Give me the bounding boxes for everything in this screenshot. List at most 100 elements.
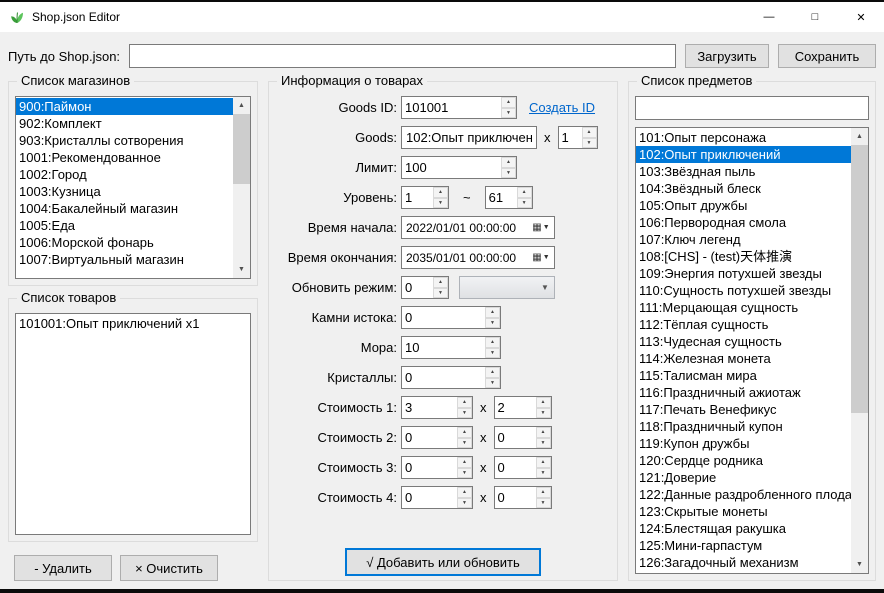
delete-button[interactable]: - Удалить: [14, 555, 112, 581]
spin-down-icon[interactable]: ▼: [485, 318, 500, 329]
spin-up-icon[interactable]: ▲: [433, 277, 448, 288]
list-item[interactable]: 101001:Опыт приключений x1: [16, 315, 250, 332]
list-item[interactable]: 126:Загадочный механизм: [636, 554, 851, 571]
list-item[interactable]: 1001:Рекомендованное: [16, 149, 233, 166]
spin-up-icon[interactable]: ▲: [536, 487, 551, 498]
list-item[interactable]: 124:Блестящая ракушка: [636, 520, 851, 537]
list-item[interactable]: 117:Печать Венефикус: [636, 401, 851, 418]
list-item[interactable]: 102:Опыт приключений: [636, 146, 851, 163]
goods-count-input[interactable]: [559, 127, 582, 148]
list-item[interactable]: 123:Скрытые монеты: [636, 503, 851, 520]
goods-input[interactable]: [401, 126, 537, 149]
spin-up-icon[interactable]: ▲: [433, 187, 448, 198]
item-list-scrollbar[interactable]: ▲ ▼: [851, 128, 868, 573]
maximize-button[interactable]: □: [792, 2, 838, 32]
goods-id-spinner[interactable]: ▲▼: [401, 96, 517, 119]
list-item[interactable]: 1002:Город: [16, 166, 233, 183]
list-item[interactable]: 118:Праздничный купон: [636, 418, 851, 435]
cost-3-value-input[interactable]: [402, 457, 457, 478]
list-item[interactable]: 122:Данные раздробленного плода: [636, 486, 851, 503]
spin-up-icon[interactable]: ▲: [582, 127, 597, 138]
scroll-down-icon[interactable]: ▼: [851, 556, 868, 573]
list-item[interactable]: 1005:Еда: [16, 217, 233, 234]
goods-id-input[interactable]: [402, 97, 501, 118]
scroll-up-icon[interactable]: ▲: [851, 128, 868, 145]
list-item[interactable]: 113:Чудесная сущность: [636, 333, 851, 350]
refresh-mode-select[interactable]: ▼: [459, 276, 555, 299]
refresh-mode-spinner[interactable]: ▲▼: [401, 276, 449, 299]
primogem-input[interactable]: [402, 307, 485, 328]
spin-up-icon[interactable]: ▲: [501, 157, 516, 168]
limit-spinner[interactable]: ▲▼: [401, 156, 517, 179]
crystal-input[interactable]: [402, 367, 485, 388]
spin-down-icon[interactable]: ▼: [517, 198, 532, 209]
list-item[interactable]: 114:Железная монета: [636, 350, 851, 367]
list-item[interactable]: 115:Талисман мира: [636, 367, 851, 384]
cost-4-count-input[interactable]: [495, 487, 536, 508]
goods-count-spinner[interactable]: ▲▼: [558, 126, 598, 149]
list-item[interactable]: 116:Праздничный ажиотаж: [636, 384, 851, 401]
scroll-down-icon[interactable]: ▼: [233, 261, 250, 278]
list-item[interactable]: 103:Звёздная пыль: [636, 163, 851, 180]
spin-up-icon[interactable]: ▲: [457, 457, 472, 468]
list-item[interactable]: 105:Опыт дружбы: [636, 197, 851, 214]
spin-down-icon[interactable]: ▼: [433, 198, 448, 209]
list-item[interactable]: 109:Энергия потухшей звезды: [636, 265, 851, 282]
spin-down-icon[interactable]: ▼: [485, 378, 500, 389]
list-item[interactable]: 101:Опыт персонажа: [636, 129, 851, 146]
list-item[interactable]: 111:Мерцающая сущность: [636, 299, 851, 316]
end-time-picker[interactable]: 2035/01/01 00:00:00 ▦▼: [401, 246, 555, 269]
spin-up-icon[interactable]: ▲: [457, 487, 472, 498]
spin-down-icon[interactable]: ▼: [536, 438, 551, 449]
spin-up-icon[interactable]: ▲: [536, 397, 551, 408]
spin-down-icon[interactable]: ▼: [582, 138, 597, 149]
spin-down-icon[interactable]: ▼: [485, 348, 500, 359]
list-item[interactable]: 104:Звёздный блеск: [636, 180, 851, 197]
list-item[interactable]: 110:Сущность потухшей звезды: [636, 282, 851, 299]
mora-spinner[interactable]: ▲▼: [401, 336, 501, 359]
spin-down-icon[interactable]: ▼: [457, 468, 472, 479]
cost-1-count-spinner[interactable]: ▲▼: [494, 396, 552, 419]
primogem-spinner[interactable]: ▲▼: [401, 306, 501, 329]
cost-2-value-spinner[interactable]: ▲▼: [401, 426, 473, 449]
list-item[interactable]: 107:Ключ легенд: [636, 231, 851, 248]
list-item[interactable]: 112:Тёплая сущность: [636, 316, 851, 333]
spin-up-icon[interactable]: ▲: [517, 187, 532, 198]
close-button[interactable]: ✕: [838, 2, 884, 32]
path-input[interactable]: [129, 44, 676, 68]
cost-3-count-spinner[interactable]: ▲▼: [494, 456, 552, 479]
crystal-spinner[interactable]: ▲▼: [401, 366, 501, 389]
spin-up-icon[interactable]: ▲: [457, 397, 472, 408]
cost-2-value-input[interactable]: [402, 427, 457, 448]
mora-input[interactable]: [402, 337, 485, 358]
cost-4-value-input[interactable]: [402, 487, 457, 508]
cost-1-count-input[interactable]: [495, 397, 536, 418]
create-id-link[interactable]: Создать ID: [529, 100, 595, 115]
load-button[interactable]: Загрузить: [685, 44, 769, 68]
spin-up-icon[interactable]: ▲: [536, 427, 551, 438]
spin-up-icon[interactable]: ▲: [485, 337, 500, 348]
list-item[interactable]: 125:Мини-гарпастум: [636, 537, 851, 554]
spin-down-icon[interactable]: ▼: [536, 498, 551, 509]
add-or-update-button[interactable]: √ Добавить или обновить: [345, 548, 541, 576]
refresh-mode-input[interactable]: [402, 277, 433, 298]
list-item[interactable]: 1003:Кузница: [16, 183, 233, 200]
level-min-spinner[interactable]: ▲▼: [401, 186, 449, 209]
spin-up-icon[interactable]: ▲: [485, 307, 500, 318]
level-min-input[interactable]: [402, 187, 433, 208]
spin-up-icon[interactable]: ▲: [457, 427, 472, 438]
spin-down-icon[interactable]: ▼: [457, 408, 472, 419]
scroll-up-icon[interactable]: ▲: [233, 97, 250, 114]
spin-down-icon[interactable]: ▼: [501, 168, 516, 179]
scrollbar-thumb[interactable]: [851, 145, 868, 413]
list-item[interactable]: 108:[CHS] - (test)天体推演: [636, 248, 851, 265]
shop-list-scrollbar[interactable]: ▲ ▼: [233, 97, 250, 278]
minimize-button[interactable]: —: [746, 2, 792, 32]
scrollbar-track[interactable]: [233, 114, 250, 261]
cost-3-count-input[interactable]: [495, 457, 536, 478]
begin-time-picker[interactable]: 2022/01/01 00:00:00 ▦▼: [401, 216, 555, 239]
list-item[interactable]: 902:Комплект: [16, 115, 233, 132]
spin-down-icon[interactable]: ▼: [457, 498, 472, 509]
cost-2-count-spinner[interactable]: ▲▼: [494, 426, 552, 449]
spin-up-icon[interactable]: ▲: [485, 367, 500, 378]
